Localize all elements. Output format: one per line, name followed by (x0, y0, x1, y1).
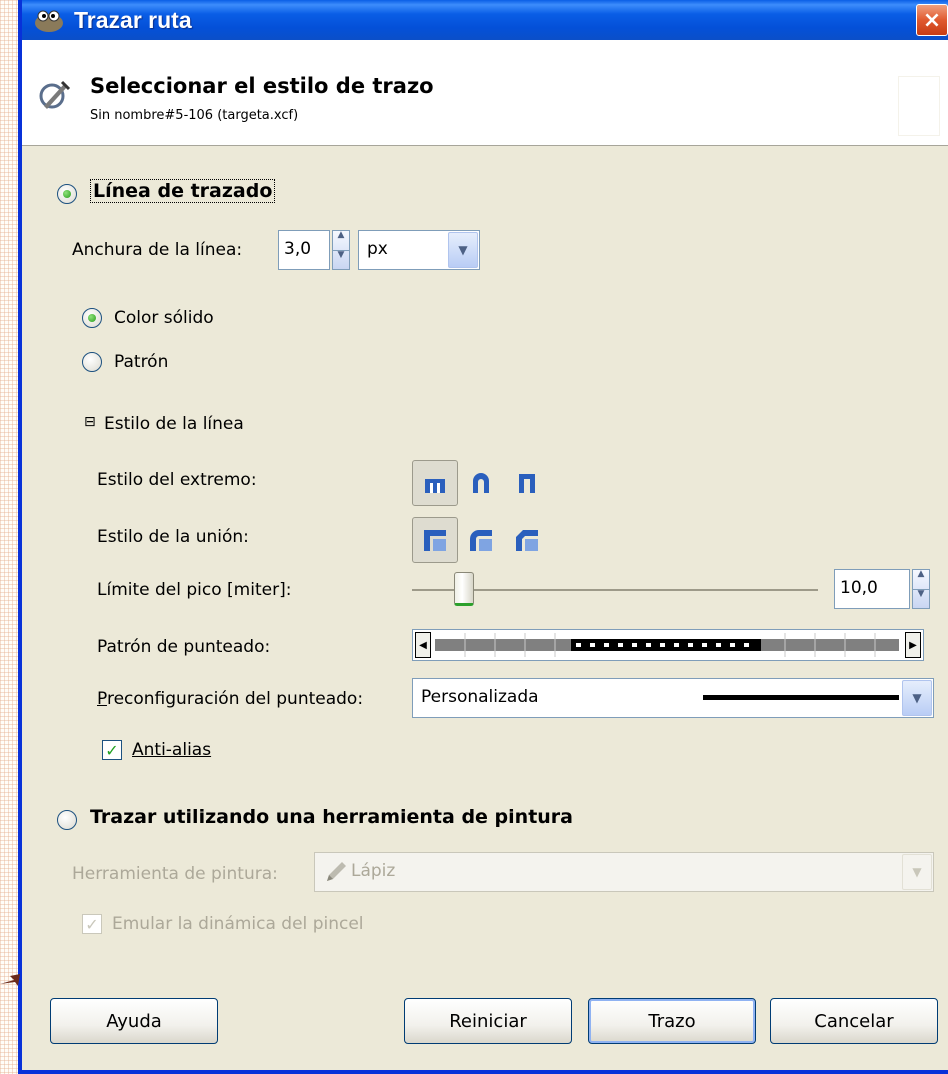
stroke-path-dialog: Trazar ruta × Seleccionar el estilo de t… (18, 0, 948, 1074)
spin-up-icon[interactable]: ▲ (333, 231, 349, 251)
stroke-line-radio[interactable] (57, 184, 77, 204)
help-button[interactable]: Ayuda (50, 998, 218, 1044)
paint-tool-value: Lápiz (351, 861, 396, 881)
join-round-button[interactable] (458, 517, 504, 563)
miter-limit-slider-thumb[interactable] (454, 572, 474, 606)
pattern-radio[interactable] (82, 352, 102, 372)
dash-pattern-editor[interactable]: ◀ ▶ (412, 629, 924, 661)
stroke-paint-tool-radio[interactable] (57, 810, 77, 830)
line-style-expander-icon[interactable]: ⊟ (84, 414, 96, 430)
spin-down-icon[interactable]: ▼ (333, 250, 349, 270)
emulate-dynamics-label: Emular la dinámica del pincel (112, 914, 364, 934)
stroke-paint-tool-label: Trazar utilizando una herramienta de pin… (90, 806, 573, 828)
dash-preset-label: Preconfiguración del punteado: (97, 689, 364, 709)
stroke-path-icon (39, 80, 71, 109)
solid-color-label: Color sólido (114, 308, 214, 328)
pattern-label: Patrón (114, 352, 169, 372)
cap-style-label: Estilo del extremo: (97, 470, 257, 490)
miter-limit-spinner[interactable]: ▲ ▼ (912, 569, 930, 609)
join-bevel-button[interactable] (504, 517, 550, 563)
join-bevel-icon (516, 530, 538, 551)
spin-up-icon[interactable]: ▲ (913, 570, 929, 590)
join-style-label: Estilo de la unión: (97, 527, 249, 547)
dash-preset-value: Personalizada (421, 687, 539, 707)
dash-pattern-label: Patrón de punteado: (97, 637, 271, 657)
join-miter-icon (424, 530, 446, 551)
line-width-label: Anchura de la línea: (72, 240, 243, 260)
chevron-down-icon[interactable]: ▼ (902, 854, 932, 890)
join-miter-button[interactable] (412, 517, 458, 563)
miter-limit-input[interactable]: 10,0 (834, 569, 910, 609)
cap-square-button[interactable] (504, 460, 550, 506)
dialog-header: Seleccionar el estilo de trazo Sin nombr… (22, 40, 948, 146)
stroke-line-label: Línea de trazado (90, 179, 276, 203)
close-icon: × (922, 7, 942, 33)
window-title: Trazar ruta (74, 6, 192, 33)
emulate-dynamics-checkbox[interactable]: ✓ (82, 914, 102, 934)
dash-preset-line-preview (703, 695, 899, 700)
cap-round-icon (473, 473, 489, 493)
pencil-icon (327, 862, 346, 881)
dash-preset-select[interactable]: Personalizada ▼ (412, 678, 934, 718)
header-subtitle: Sin nombre#5-106 (targeta.xcf) (90, 108, 299, 123)
paint-tool-select[interactable]: Lápiz ▼ (314, 852, 934, 892)
dash-right-arrow-icon[interactable]: ▶ (905, 632, 921, 658)
line-style-expander-label[interactable]: Estilo de la línea (104, 414, 244, 434)
unit-select[interactable]: px ▼ (358, 230, 480, 270)
antialias-checkbox[interactable]: ✓ (102, 740, 122, 760)
close-button[interactable]: × (916, 4, 948, 36)
annotation-arrow-icon (0, 974, 20, 986)
miter-limit-label: Límite del pico [miter]: (97, 580, 292, 600)
cap-butt-button[interactable] (412, 460, 458, 506)
solid-color-radio[interactable] (82, 308, 102, 328)
image-preview (898, 76, 940, 136)
cancel-button[interactable]: Cancelar (770, 998, 938, 1044)
cap-round-button[interactable] (458, 460, 504, 506)
chevron-down-icon[interactable]: ▼ (902, 680, 932, 716)
antialias-label: Anti-alias (132, 740, 212, 760)
stroke-button[interactable]: Trazo (588, 998, 756, 1044)
chevron-down-icon[interactable]: ▼ (448, 232, 478, 268)
cap-butt-icon (425, 479, 445, 493)
line-width-spinner[interactable]: ▲ ▼ (332, 230, 350, 270)
reset-button[interactable]: Reiniciar (404, 998, 572, 1044)
line-width-input[interactable]: 3,0 (278, 230, 330, 270)
dash-pattern-track[interactable] (435, 633, 899, 657)
gimp-wilber-icon (35, 10, 63, 32)
paint-tool-label: Herramienta de pintura: (72, 864, 278, 884)
header-title: Seleccionar el estilo de trazo (90, 74, 434, 98)
cap-square-icon (519, 474, 535, 493)
title-bar[interactable]: Trazar ruta × (22, 0, 948, 40)
join-round-icon (470, 530, 492, 551)
unit-value: px (367, 239, 388, 259)
dash-left-arrow-icon[interactable]: ◀ (415, 632, 431, 658)
spin-down-icon[interactable]: ▼ (913, 589, 929, 609)
